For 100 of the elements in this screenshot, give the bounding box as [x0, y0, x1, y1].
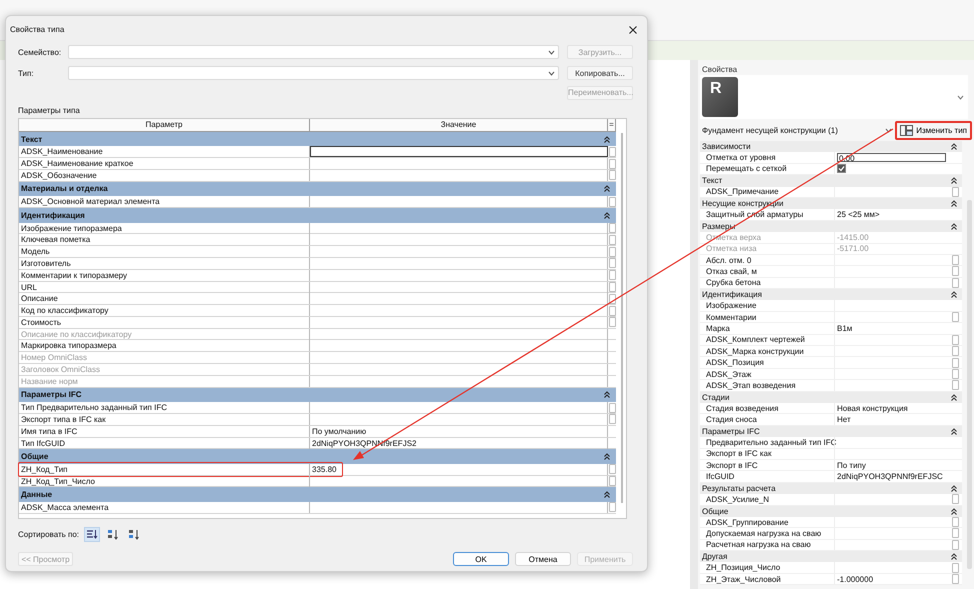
property-name: Экспорт в IFC: [705, 460, 759, 470]
link-box[interactable]: [608, 258, 616, 268]
link-box[interactable]: [952, 358, 959, 368]
property-name: ADSK_Группирование: [705, 518, 790, 527]
link-box[interactable]: [608, 246, 616, 257]
type-selector[interactable]: Фундамент несущей конструкции (1): [702, 126, 882, 134]
scrollbar[interactable]: [621, 132, 623, 503]
checkbox[interactable]: [837, 164, 846, 174]
link-box[interactable]: [952, 334, 959, 345]
collapse-icon[interactable]: [604, 453, 610, 460]
collapse-icon[interactable]: [951, 200, 957, 208]
dialog-button[interactable]: OK: [453, 552, 509, 566]
group-header[interactable]: Другая: [702, 552, 728, 562]
group-header[interactable]: Общие: [21, 452, 48, 462]
window-title: Свойства типа: [10, 25, 64, 34]
group-header[interactable]: Идентификация: [21, 210, 85, 220]
group-header[interactable]: Общие: [702, 506, 728, 516]
parameter-name: Заголовок OmniClass: [19, 364, 310, 376]
collapse-icon[interactable]: [951, 484, 957, 492]
property-value: -5171.00: [837, 244, 869, 254]
parameter-name: Экспорт типа в IFC как: [19, 414, 310, 425]
parameter-name: Стоимость: [19, 316, 310, 328]
sort-ascending-icon: [107, 528, 120, 540]
group-header[interactable]: Параметры IFC: [21, 390, 82, 400]
link-box[interactable]: [952, 346, 959, 356]
sort-descending-icon: [128, 528, 140, 540]
link-box[interactable]: [608, 196, 616, 207]
parameter-name: Номер OmniClass: [19, 352, 310, 364]
group-header[interactable]: Текст: [21, 134, 42, 144]
scrollbar[interactable]: [967, 200, 972, 569]
caret-icon[interactable]: [885, 128, 892, 132]
link-box[interactable]: [608, 170, 616, 180]
sort-button[interactable]: [84, 526, 100, 542]
group-header[interactable]: Зависимости: [702, 142, 751, 152]
field-label: Семейство:: [18, 48, 62, 57]
parameter-name: Код по классификатору: [19, 305, 310, 316]
property-value: Новая конструкция: [837, 404, 908, 413]
link-box[interactable]: [608, 146, 616, 157]
group-header[interactable]: Текст: [702, 176, 722, 186]
group-header[interactable]: Размеры: [702, 222, 736, 231]
property-name: Отметка от уровня: [705, 153, 777, 162]
value-field[interactable]: [310, 146, 608, 158]
link-box[interactable]: [608, 282, 616, 292]
caret-icon[interactable]: [957, 94, 964, 100]
group-header[interactable]: Идентификация: [702, 290, 762, 300]
collapse-icon[interactable]: [951, 222, 957, 230]
collapse-icon[interactable]: [951, 143, 957, 150]
group-header[interactable]: Параметры IFC: [702, 426, 760, 436]
group-header[interactable]: Материалы и отделка: [21, 184, 108, 194]
parameter-name: Имя типа в IFC: [19, 426, 310, 437]
collapse-icon[interactable]: [951, 428, 957, 435]
link-box[interactable]: [952, 266, 959, 276]
collapse-icon[interactable]: [951, 177, 957, 184]
link-box[interactable]: [608, 306, 616, 316]
parameter-name: ADSK_Наименование: [19, 146, 310, 158]
link-box[interactable]: [608, 476, 616, 486]
link-box[interactable]: [608, 270, 616, 280]
parameter-name: Комментарии к типоразмеру: [19, 270, 310, 281]
collapse-icon[interactable]: [951, 394, 957, 401]
property-value: 2dNiqPYOH3QPNNf9rEFJSC: [837, 472, 943, 482]
column-header: =: [608, 118, 616, 131]
collapse-icon[interactable]: [604, 136, 610, 143]
link-box[interactable]: [952, 255, 959, 266]
collapse-icon[interactable]: [604, 491, 610, 498]
link-box[interactable]: [952, 528, 959, 538]
collapse-icon[interactable]: [604, 391, 610, 398]
close-icon: [629, 26, 637, 34]
property-value: 25 <25 мм>: [837, 210, 880, 220]
column-header: Параметр: [19, 118, 310, 131]
link-box[interactable]: [952, 312, 959, 322]
link-box[interactable]: [608, 234, 616, 245]
link-box[interactable]: [608, 317, 616, 328]
group-header[interactable]: Стадии: [702, 392, 730, 402]
link-box[interactable]: [608, 464, 616, 474]
side-button[interactable]: Копировать...: [567, 66, 633, 80]
property-value: -1.000000: [837, 574, 874, 584]
collapse-icon[interactable]: [604, 185, 610, 192]
property-name: Отметка низа: [705, 244, 758, 254]
link-box[interactable]: [608, 502, 616, 512]
edit-type-button[interactable]: Изменить тип: [895, 120, 972, 140]
property-name: Экспорт в IFC как: [705, 449, 772, 458]
parameter-name: URL: [19, 282, 310, 292]
collapse-icon[interactable]: [951, 553, 957, 560]
link-box[interactable]: [608, 402, 616, 413]
property-name: ADSK_Марка конструкции: [705, 346, 805, 356]
link-box[interactable]: [952, 574, 959, 584]
link-box[interactable]: [608, 414, 616, 424]
link-box[interactable]: [952, 369, 959, 379]
collapse-icon[interactable]: [604, 212, 610, 219]
column-header: Значение: [310, 118, 608, 131]
dropdown-field[interactable]: [68, 45, 559, 60]
collapse-icon[interactable]: [951, 291, 957, 298]
dropdown-field[interactable]: [68, 66, 559, 80]
group-header[interactable]: Данные: [21, 490, 52, 500]
property-name: Отказ свай, м: [705, 266, 758, 276]
dialog-button[interactable]: Отмена: [515, 552, 571, 566]
link-box[interactable]: [608, 158, 616, 169]
property-name: Расчетная нагрузка на сваю: [705, 540, 812, 550]
collapse-icon[interactable]: [951, 508, 957, 515]
link-box[interactable]: [608, 223, 616, 234]
